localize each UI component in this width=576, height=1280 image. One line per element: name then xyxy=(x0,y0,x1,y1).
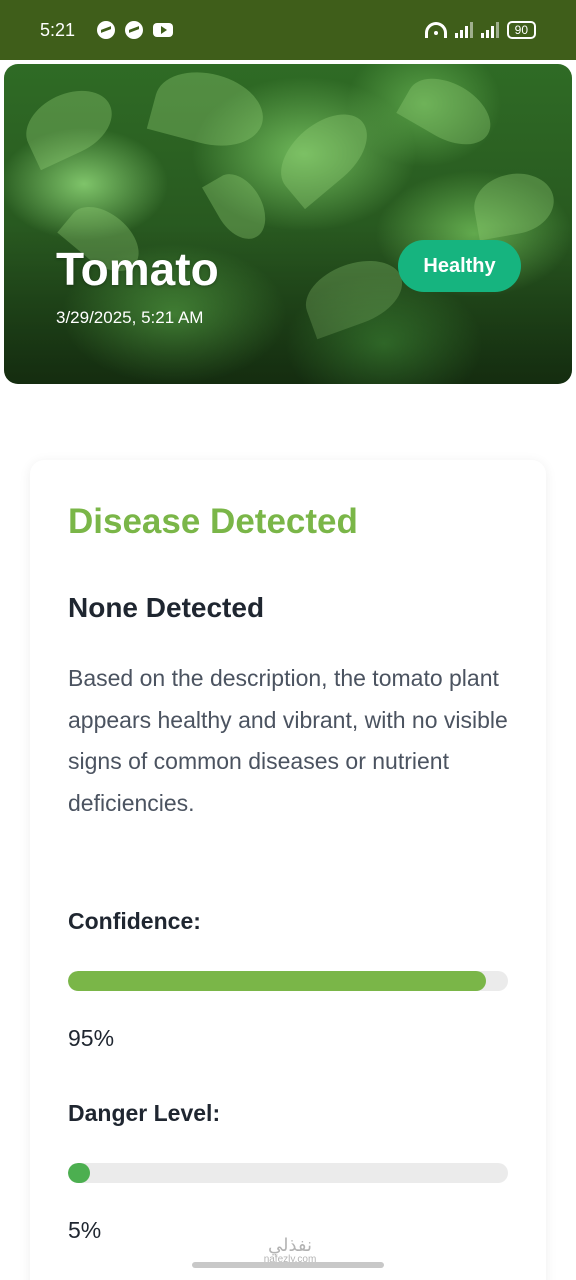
signal-icon xyxy=(454,22,473,38)
confidence-bar xyxy=(68,971,508,991)
messenger-icon xyxy=(125,21,144,39)
confidence-value: 95% xyxy=(68,1025,115,1051)
disease-description: Based on the description, the tomato pla… xyxy=(68,665,508,816)
wifi-icon xyxy=(424,22,447,38)
scan-date: 3/29/2025, 5:21 AM xyxy=(56,308,204,327)
danger-level-label: Danger Level: xyxy=(68,1100,221,1126)
plant-photo: Tomato 3/29/2025, 5:21 AM Healthy xyxy=(4,64,572,384)
danger-level-bar xyxy=(68,1163,508,1183)
card-heading: Disease Detected xyxy=(68,502,358,541)
youtube-icon xyxy=(153,23,174,37)
diagnosis-card: Disease Detected None Detected Based on … xyxy=(30,460,546,1280)
danger-level-value: 5% xyxy=(68,1217,102,1243)
status-badge: Healthy xyxy=(398,240,521,292)
battery-icon: 90 xyxy=(506,21,536,39)
signal-icon xyxy=(480,22,499,38)
disease-name: None Detected xyxy=(68,592,265,623)
confidence-bar-fill xyxy=(68,971,486,991)
status-bar: 5:21 90 xyxy=(0,0,576,60)
watermark-logo-text: نفذلي xyxy=(267,1235,313,1255)
messenger-icon xyxy=(97,21,116,39)
gesture-home-bar[interactable] xyxy=(192,1262,384,1268)
plant-name: Tomato xyxy=(56,243,219,295)
result-page[interactable]: Tomato 3/29/2025, 5:21 AM Healthy Diseas… xyxy=(0,60,576,1280)
confidence-label: Confidence: xyxy=(68,908,201,934)
status-time: 5:21 xyxy=(40,19,76,40)
danger-level-bar-fill xyxy=(68,1163,90,1183)
